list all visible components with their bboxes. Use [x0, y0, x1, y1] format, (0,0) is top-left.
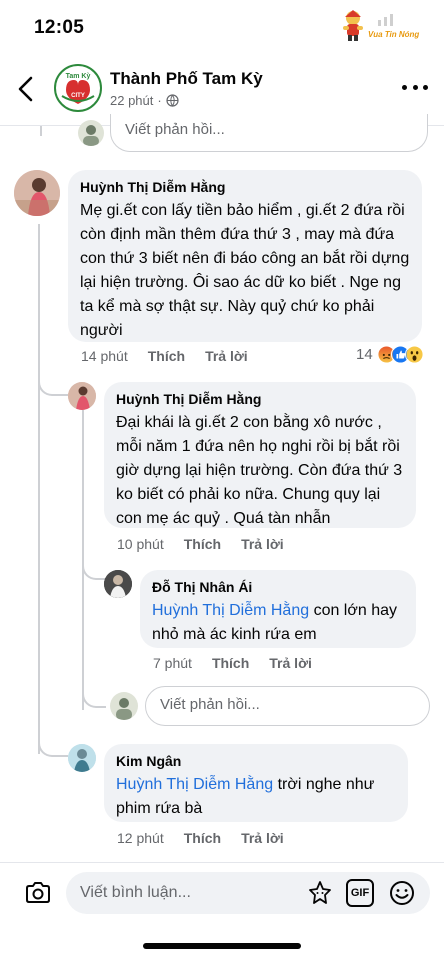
reply-placeholder: Viết phản hồi...: [125, 121, 225, 138]
reply-input[interactable]: Viết phản hồi...: [145, 686, 430, 726]
comment-author[interactable]: Kim Ngân: [116, 753, 396, 769]
status-bar: 12:05 Vua Tin Nóng: [0, 0, 444, 56]
wow-reaction-icon: [404, 345, 424, 364]
commenter-avatar[interactable]: [104, 570, 132, 598]
comment-actions: 12 phút Thích Trả lời: [117, 830, 284, 846]
comment-author[interactable]: Đỗ Thị Nhân Ái: [152, 579, 404, 595]
reaction-count: 14: [356, 346, 373, 363]
watermark-text: Vua Tin Nóng: [368, 30, 420, 39]
thread-line: [38, 224, 40, 754]
like-button[interactable]: Thích: [148, 348, 185, 364]
comment-text: Đại khái là gi.ết 2 con bằng xô nước , m…: [116, 414, 403, 527]
comment-text: Huỳnh Thị Diễm Hằng trời nghe như phim r…: [116, 773, 396, 821]
comment-bubble: Huỳnh Thị Diễm Hằng Đại khái là gi.ết 2 …: [104, 382, 416, 528]
user-avatar: [78, 120, 104, 146]
thread-line: [40, 126, 42, 134]
status-time: 12:05: [34, 17, 85, 38]
page-title[interactable]: Thành Phố Tam Kỳ: [110, 69, 263, 89]
reply-placeholder: Viết phản hồi...: [160, 696, 260, 713]
like-button[interactable]: Thích: [212, 655, 249, 671]
comment-text: Huỳnh Thị Diễm Hằng con lớn hay nhỏ mà á…: [152, 599, 404, 647]
comment-actions: 7 phút Thích Trả lời: [153, 655, 312, 671]
comment-actions: 10 phút Thích Trả lời: [117, 536, 284, 552]
reply-button[interactable]: Trả lời: [269, 655, 312, 671]
thread-line: [82, 560, 106, 580]
user-avatar: [110, 692, 138, 720]
camera-icon[interactable]: [24, 879, 52, 907]
mascot-icon: [343, 10, 363, 41]
reply-input[interactable]: Viết phản hồi...: [110, 114, 428, 152]
page-avatar[interactable]: Tam Kỳ CITY: [54, 64, 102, 112]
comment-placeholder: Viết bình luận...: [80, 884, 191, 901]
back-arrow-icon[interactable]: [14, 74, 38, 104]
thread-line: [38, 376, 68, 396]
mention-link[interactable]: Huỳnh Thị Diễm Hằng: [116, 776, 273, 793]
globe-icon: [166, 94, 179, 107]
reactions-summary[interactable]: 14: [356, 345, 424, 364]
comment-input[interactable]: Viết bình luận... GIF: [66, 872, 430, 914]
post-time: 22 phút: [110, 93, 154, 108]
comment-text: Mẹ gi.ết con lấy tiền bảo hiểm , gi.ết 2…: [80, 202, 410, 339]
gif-button[interactable]: GIF: [346, 879, 374, 907]
home-indicator[interactable]: [143, 943, 301, 949]
commenter-avatar[interactable]: [14, 170, 60, 216]
comment-author[interactable]: Huỳnh Thị Diễm Hằng: [116, 391, 404, 407]
commenter-avatar[interactable]: [68, 382, 96, 410]
comment-bubble: Kim Ngân Huỳnh Thị Diễm Hằng trời nghe n…: [104, 744, 408, 822]
thread-line: [38, 735, 68, 757]
comment-time: 12 phút: [117, 830, 164, 846]
comment-actions: 14 phút Thích Trả lời: [81, 348, 248, 364]
reply-button[interactable]: Trả lời: [241, 830, 284, 846]
emoji-icon[interactable]: [388, 879, 416, 907]
thread-line: [82, 688, 106, 708]
comment-time: 7 phút: [153, 655, 192, 671]
comment-bubble: Huỳnh Thị Diễm Hằng Mẹ gi.ết con lấy tiề…: [68, 170, 422, 342]
reply-button[interactable]: Trả lời: [241, 536, 284, 552]
comment-bubble: Đỗ Thị Nhân Ái Huỳnh Thị Diễm Hằng con l…: [140, 570, 416, 648]
more-options-icon[interactable]: [402, 82, 428, 92]
watermark-logo: Vua Tin Nóng: [338, 8, 430, 44]
like-button[interactable]: Thích: [184, 830, 221, 846]
logo-subtext: CITY: [71, 93, 85, 99]
avatar-sticker-icon[interactable]: [306, 879, 334, 907]
gif-label: GIF: [350, 887, 370, 899]
logo-text: Tam Kỳ: [65, 73, 91, 80]
reply-button[interactable]: Trả lời: [205, 348, 248, 364]
signal-icon: [378, 14, 393, 26]
post-meta: 22 phút ·: [110, 93, 179, 108]
comment-author[interactable]: Huỳnh Thị Diễm Hằng: [80, 179, 410, 195]
mention-link[interactable]: Huỳnh Thị Diễm Hằng: [152, 602, 309, 619]
like-button[interactable]: Thích: [184, 536, 221, 552]
comment-composer: Viết bình luận... GIF: [0, 862, 444, 924]
commenter-avatar[interactable]: [68, 744, 96, 772]
comment-time: 10 phút: [117, 536, 164, 552]
comment-time: 14 phút: [81, 348, 128, 364]
